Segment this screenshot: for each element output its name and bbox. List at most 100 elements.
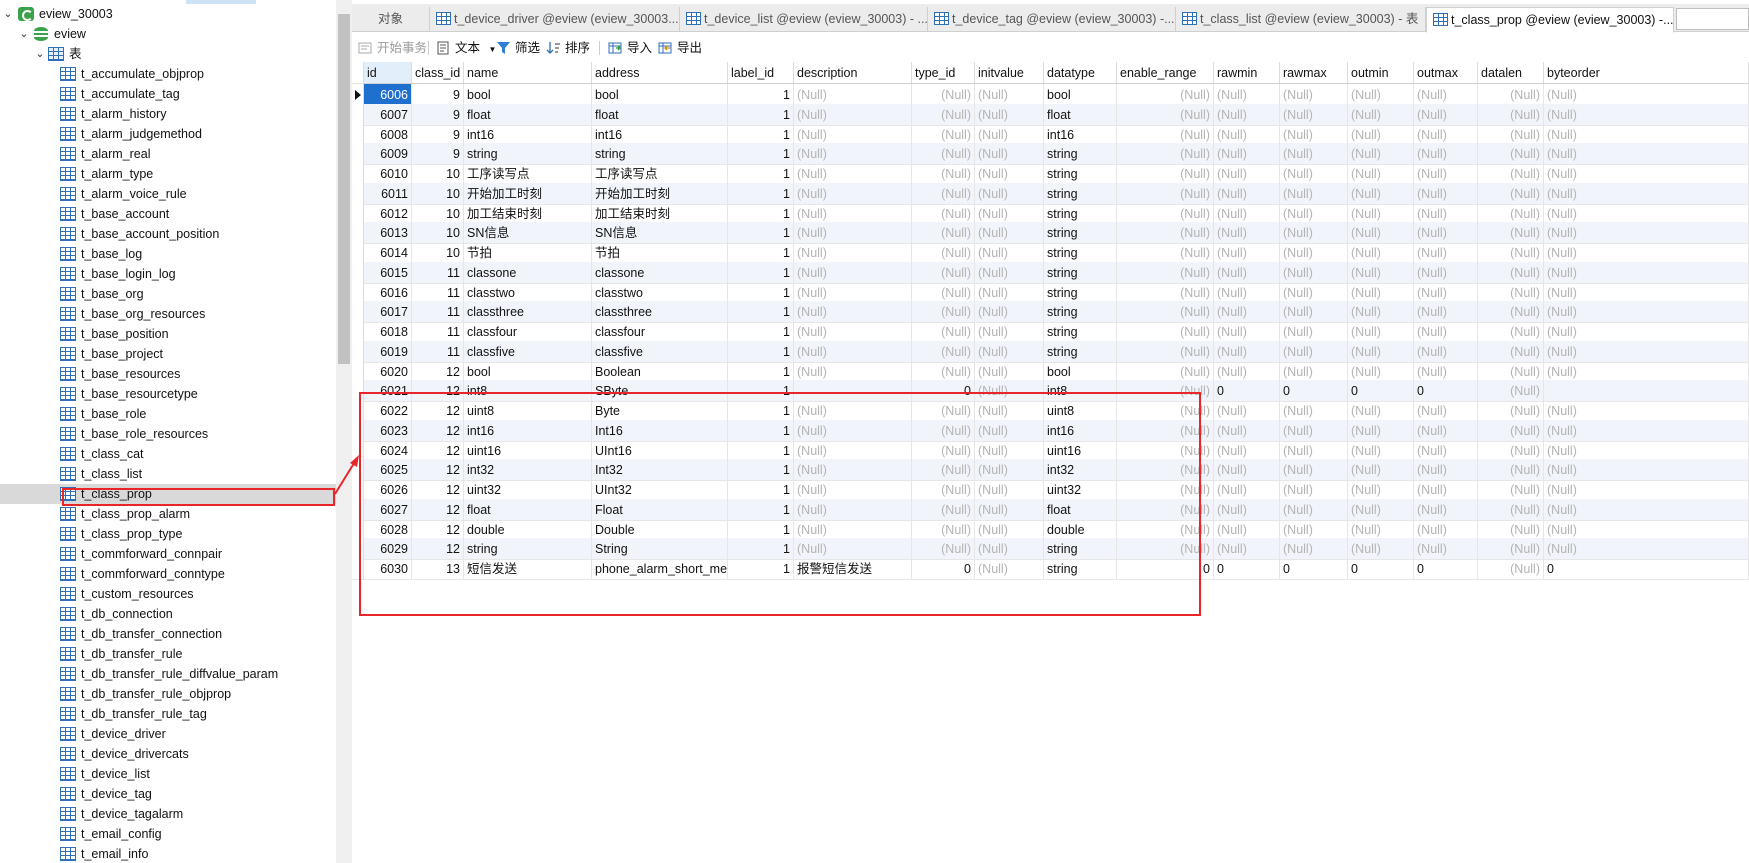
cell-description[interactable]: (Null) bbox=[794, 340, 912, 363]
cell-address[interactable]: string bbox=[592, 143, 728, 166]
cell-address[interactable]: classfive bbox=[592, 340, 728, 363]
cell-datatype[interactable]: string bbox=[1044, 222, 1117, 245]
cell-outmin[interactable]: 0 bbox=[1348, 380, 1414, 403]
cell-datalen[interactable]: (Null) bbox=[1478, 321, 1544, 343]
cell-outmax[interactable]: (Null) bbox=[1414, 321, 1478, 343]
cell-enable_range[interactable]: (Null) bbox=[1117, 459, 1214, 482]
cell-enable_range[interactable]: (Null) bbox=[1117, 498, 1214, 521]
cell-name[interactable]: float bbox=[464, 103, 592, 126]
cell-address[interactable]: classtwo bbox=[592, 281, 728, 304]
cell-id[interactable]: 6023 bbox=[364, 419, 412, 442]
cell-type_id[interactable]: (Null) bbox=[912, 163, 975, 185]
cell-initvalue[interactable]: (Null) bbox=[975, 380, 1044, 403]
table-row[interactable]: 6008 9 int16 int16 1 (Null) (Null) (Null) int16(… bbox=[352, 123, 1749, 146]
tree-item-table[interactable]: t_accumulate_tag bbox=[60, 84, 336, 104]
cell-address[interactable]: float bbox=[592, 103, 728, 126]
cell-rawmax[interactable]: (Null) bbox=[1280, 163, 1348, 185]
row-marker[interactable] bbox=[352, 538, 364, 561]
tree-item-table[interactable]: t_email_config bbox=[60, 824, 336, 844]
cell-rawmin[interactable]: (Null) bbox=[1214, 222, 1280, 245]
table-row[interactable]: 6009 9 string string 1 (Null) (Null) (Null) stri… bbox=[352, 143, 1749, 166]
cell-rawmax[interactable]: 0 bbox=[1280, 558, 1348, 580]
cell-byteorder[interactable]: (Null) bbox=[1544, 479, 1749, 501]
cell-rawmin[interactable]: (Null) bbox=[1214, 202, 1280, 225]
cell-name[interactable]: 工序读写点 bbox=[464, 163, 592, 185]
tree-item-table[interactable]: t_class_list bbox=[60, 464, 336, 484]
column-header-type_id[interactable]: type_id bbox=[912, 62, 975, 84]
cell-name[interactable]: int16 bbox=[464, 419, 592, 442]
table-row[interactable]: 6019 11 classfive classfive 1 (Null) (Null) (Nu… bbox=[352, 340, 1749, 363]
tree-item-connection[interactable]: ⌄ eview_30003 bbox=[0, 4, 336, 24]
cell-outmax[interactable]: (Null) bbox=[1414, 84, 1478, 106]
cell-id[interactable]: 6022 bbox=[364, 400, 412, 422]
cell-label_id[interactable]: 1 bbox=[728, 439, 794, 462]
cell-id[interactable]: 6019 bbox=[364, 340, 412, 363]
row-marker[interactable] bbox=[352, 360, 364, 383]
cell-rawmin[interactable]: (Null) bbox=[1214, 84, 1280, 106]
cell-description[interactable]: (Null) bbox=[794, 143, 912, 166]
cell-label_id[interactable]: 1 bbox=[728, 261, 794, 284]
column-header-datalen[interactable]: datalen bbox=[1478, 62, 1544, 84]
cell-initvalue[interactable]: (Null) bbox=[975, 439, 1044, 462]
cell-outmin[interactable]: (Null) bbox=[1348, 360, 1414, 383]
row-marker[interactable] bbox=[352, 281, 364, 304]
cell-address[interactable]: classfour bbox=[592, 321, 728, 343]
current-row-indicator-icon[interactable] bbox=[352, 84, 364, 106]
cell-address[interactable]: 加工结束时刻 bbox=[592, 202, 728, 225]
cell-description[interactable]: (Null) bbox=[794, 103, 912, 126]
cell-description[interactable]: (Null) bbox=[794, 538, 912, 561]
cell-outmax[interactable]: (Null) bbox=[1414, 281, 1478, 304]
cell-type_id[interactable]: (Null) bbox=[912, 202, 975, 225]
cell-enable_range[interactable]: (Null) bbox=[1117, 380, 1214, 403]
cell-initvalue[interactable]: (Null) bbox=[975, 538, 1044, 561]
cell-class_id[interactable]: 9 bbox=[412, 123, 464, 146]
cell-datalen[interactable]: (Null) bbox=[1478, 439, 1544, 462]
cell-byteorder[interactable]: (Null) bbox=[1544, 222, 1749, 245]
cell-datalen[interactable]: (Null) bbox=[1478, 143, 1544, 166]
cell-datalen[interactable]: (Null) bbox=[1478, 242, 1544, 264]
cell-rawmax[interactable]: (Null) bbox=[1280, 459, 1348, 482]
tree-item-table[interactable]: t_device_tag bbox=[60, 784, 336, 804]
cell-rawmin[interactable]: (Null) bbox=[1214, 182, 1280, 205]
cell-label_id[interactable]: 1 bbox=[728, 340, 794, 363]
column-header-class_id[interactable]: class_id bbox=[412, 62, 464, 84]
cell-name[interactable]: classfive bbox=[464, 340, 592, 363]
cell-datalen[interactable]: (Null) bbox=[1478, 84, 1544, 106]
cell-enable_range[interactable]: (Null) bbox=[1117, 103, 1214, 126]
cell-label_id[interactable]: 1 bbox=[728, 419, 794, 442]
cell-datalen[interactable]: (Null) bbox=[1478, 360, 1544, 383]
cell-name[interactable]: bool bbox=[464, 360, 592, 383]
cell-datatype[interactable]: string bbox=[1044, 261, 1117, 284]
cell-outmin[interactable]: (Null) bbox=[1348, 123, 1414, 146]
cell-class_id[interactable]: 11 bbox=[412, 340, 464, 363]
tab-0[interactable]: 对象 bbox=[352, 7, 430, 32]
cell-initvalue[interactable]: (Null) bbox=[975, 498, 1044, 521]
column-header-enable_range[interactable]: enable_range bbox=[1117, 62, 1214, 84]
table-row[interactable]: 6015 11 classone classone 1 (Null) (Null) (Null… bbox=[352, 261, 1749, 284]
cell-enable_range[interactable]: (Null) bbox=[1117, 360, 1214, 383]
cell-label_id[interactable]: 1 bbox=[728, 301, 794, 324]
cell-outmin[interactable]: (Null) bbox=[1348, 281, 1414, 304]
row-marker[interactable] bbox=[352, 479, 364, 501]
cell-rawmax[interactable]: (Null) bbox=[1280, 321, 1348, 343]
table-row[interactable]: 6029 12 string String 1 (Null) (Null) (Null) str… bbox=[352, 538, 1749, 561]
cell-rawmax[interactable]: (Null) bbox=[1280, 538, 1348, 561]
cell-enable_range[interactable]: 0 bbox=[1117, 558, 1214, 580]
cell-type_id[interactable]: (Null) bbox=[912, 182, 975, 205]
navigator-scroll-thumb[interactable] bbox=[338, 14, 350, 364]
cell-description[interactable]: (Null) bbox=[794, 84, 912, 106]
cell-initvalue[interactable]: (Null) bbox=[975, 459, 1044, 482]
cell-datatype[interactable]: float bbox=[1044, 498, 1117, 521]
cell-datalen[interactable]: (Null) bbox=[1478, 123, 1544, 146]
cell-initvalue[interactable]: (Null) bbox=[975, 301, 1044, 324]
cell-byteorder[interactable]: (Null) bbox=[1544, 518, 1749, 541]
cell-rawmin[interactable]: (Null) bbox=[1214, 103, 1280, 126]
cell-type_id[interactable]: (Null) bbox=[912, 261, 975, 284]
tree-item-table[interactable]: t_alarm_judgemethod bbox=[60, 124, 336, 144]
tree-item-table-selected[interactable]: t_class_prop bbox=[0, 484, 336, 504]
cell-rawmin[interactable]: (Null) bbox=[1214, 163, 1280, 185]
cell-rawmax[interactable]: (Null) bbox=[1280, 518, 1348, 541]
tree-item-table[interactable]: t_device_drivercats bbox=[60, 744, 336, 764]
row-marker[interactable] bbox=[352, 103, 364, 126]
cell-outmax[interactable]: (Null) bbox=[1414, 538, 1478, 561]
